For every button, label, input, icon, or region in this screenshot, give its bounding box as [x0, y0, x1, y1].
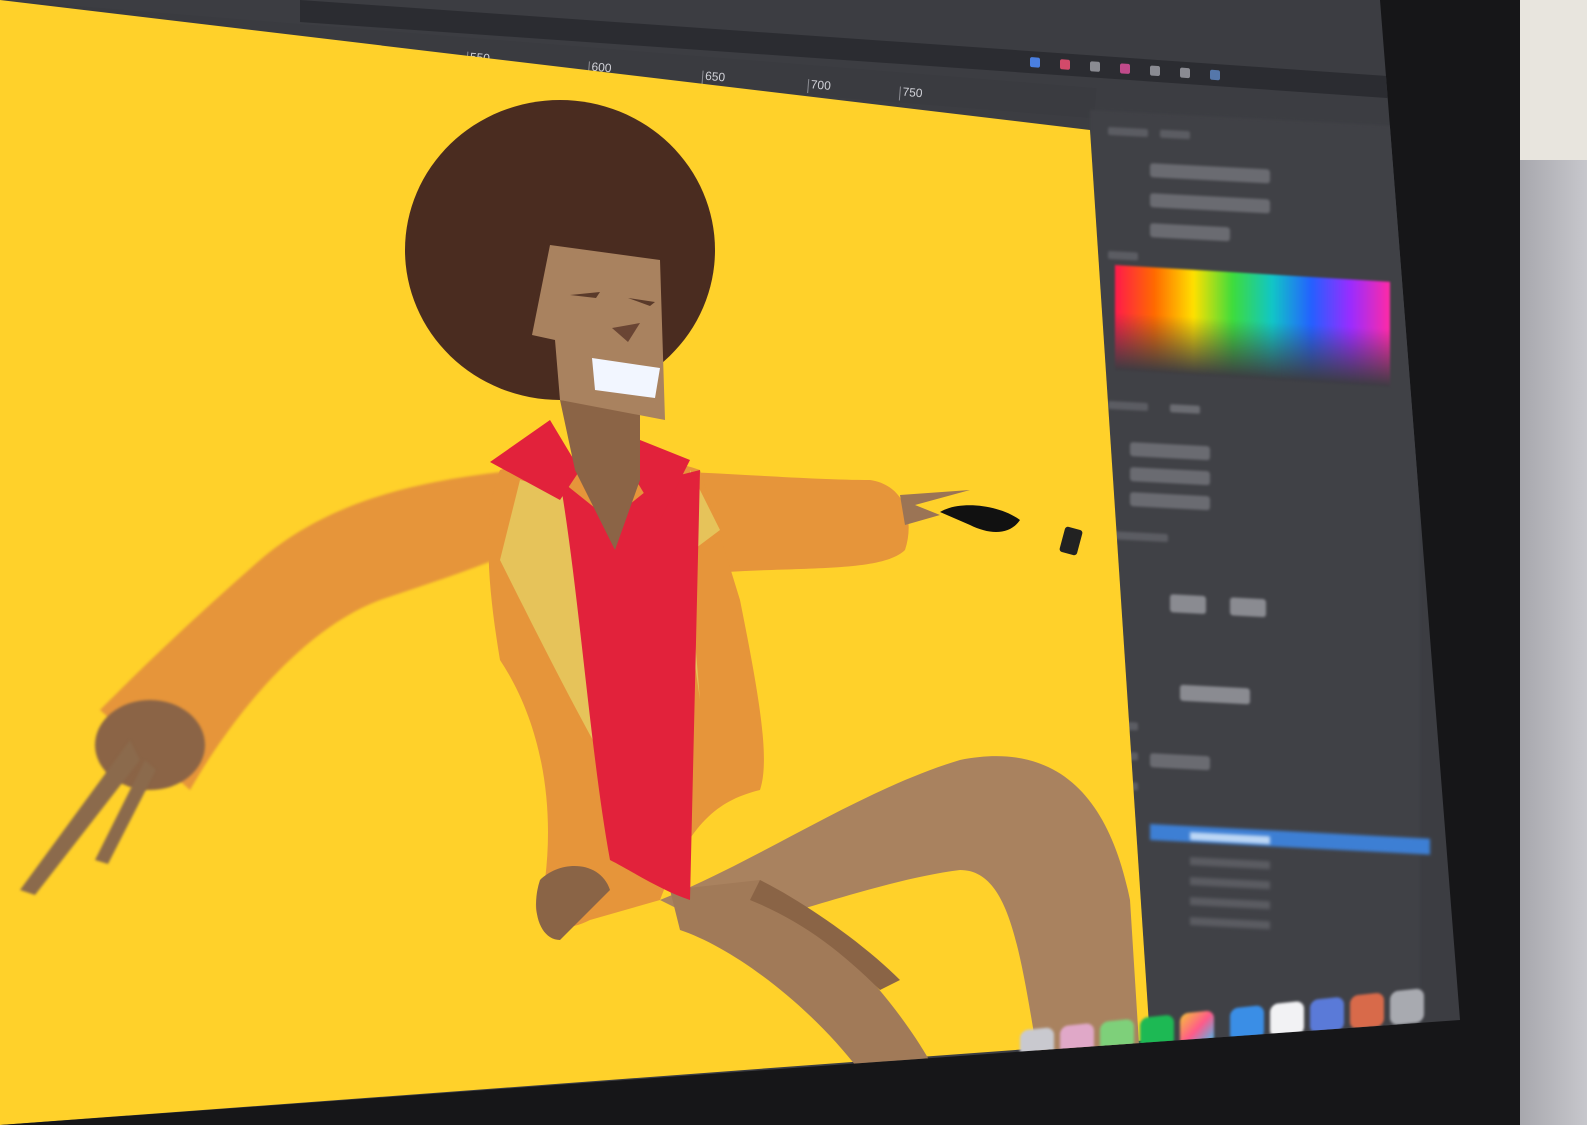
property-field[interactable] — [1150, 163, 1270, 184]
toolbar-icon[interactable] — [1180, 67, 1190, 79]
screen: 550 600 650 700 750 — [0, 0, 1460, 1125]
layer-row[interactable] — [1190, 877, 1270, 890]
property-field[interactable] — [1180, 684, 1250, 705]
property-field[interactable] — [1150, 193, 1270, 214]
toolbar-icon[interactable] — [1210, 69, 1220, 81]
property-button[interactable] — [1230, 597, 1266, 618]
app-icon[interactable] — [1310, 996, 1344, 1035]
phone — [1059, 526, 1083, 556]
photographed-monitor: 550 600 650 700 750 — [0, 0, 1587, 1125]
layer-row[interactable] — [1190, 897, 1270, 910]
property-field[interactable] — [1150, 223, 1230, 242]
character-illustration[interactable] — [0, 0, 1160, 1125]
app-icon[interactable] — [1350, 992, 1384, 1030]
layer-row[interactable] — [1190, 857, 1270, 870]
left-fingers — [20, 740, 156, 895]
sunglasses-hand-item — [940, 505, 1020, 532]
property-button[interactable] — [1170, 594, 1206, 615]
trash-icon[interactable] — [1390, 988, 1424, 1026]
layer-row[interactable] — [1190, 917, 1270, 930]
